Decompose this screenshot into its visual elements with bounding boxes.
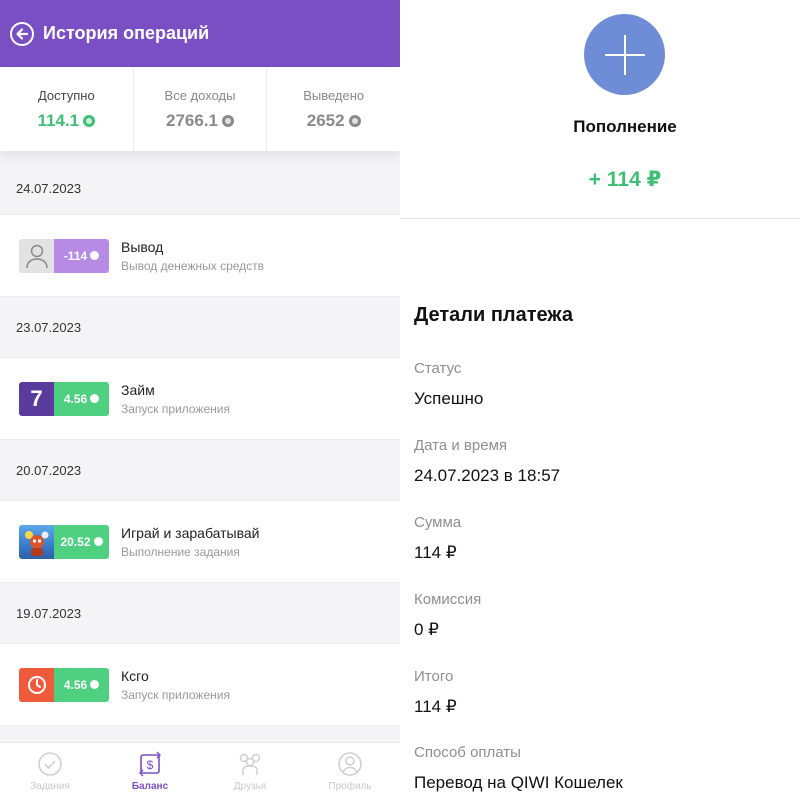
detail-datetime: Дата и время 24.07.2023 в 18:57	[414, 437, 560, 486]
coin-icon	[83, 114, 96, 127]
user-avatar-icon	[19, 238, 54, 273]
detail-label: Комиссия	[414, 591, 482, 608]
stat-label: Все доходы	[164, 87, 236, 103]
detail-value: Перевод на QIWI Кошелек	[414, 773, 623, 792]
stat-value: 114.1	[37, 110, 80, 130]
tab-label: Задания	[30, 781, 70, 792]
date-header: 24.07.2023	[16, 181, 82, 196]
operation-title: Играй и зарабатывай	[121, 524, 260, 541]
plus-icon	[584, 14, 665, 95]
operation-title: Ксго	[121, 667, 149, 684]
details-heading: Детали платежа	[414, 304, 573, 326]
amount-badge: -114	[54, 238, 109, 273]
stat-total-income: Все доходы 2766.1	[134, 67, 268, 151]
tab-tasks[interactable]: Задания	[0, 743, 100, 800]
stat-value: 2766.1	[166, 110, 218, 130]
stat-available: Доступно 114.1	[0, 67, 134, 151]
operation-title: Вывод	[121, 238, 164, 255]
tab-friends[interactable]: Друзья	[200, 743, 300, 800]
stat-label: Доступно	[37, 87, 95, 103]
balance-icon: $	[139, 751, 161, 777]
balance-stats: Доступно 114.1 Все доходы 2766.1 Выведен…	[0, 67, 400, 151]
tab-profile[interactable]: Профиль	[300, 743, 400, 800]
operation-amount: -114	[63, 248, 88, 263]
amount-badge: 4.56	[54, 667, 109, 702]
coin-icon	[90, 680, 100, 689]
check-icon	[38, 752, 62, 776]
operation-row[interactable]: 4.56 Ксго Запуск приложения	[0, 643, 400, 726]
csgo-app-icon	[19, 667, 54, 702]
detail-label: Дата и время	[414, 437, 508, 454]
detail-label: Статус	[414, 360, 462, 377]
operation-row[interactable]: 20.52 Играй и зарабатывай Выполнение зад…	[0, 500, 400, 583]
date-header: 19.07.2023	[16, 605, 82, 621]
detail-value: 0 ₽	[414, 620, 439, 639]
date-header: 20.07.2023	[16, 462, 82, 478]
operation-row[interactable]: 7 4.56 Займ Запуск приложения	[0, 357, 400, 440]
coin-icon	[90, 394, 100, 403]
friends-icon	[239, 753, 261, 775]
detail-label: Итого	[414, 668, 454, 685]
game-character-icon	[19, 524, 54, 559]
operation-title: Займ	[121, 381, 155, 398]
operation-amount: 4.56	[63, 677, 88, 692]
detail-payment-method: Способ оплаты Перевод на QIWI Кошелек	[414, 744, 623, 793]
date-header: 23.07.2023	[16, 319, 82, 335]
detail-sum: Сумма 114 ₽	[414, 514, 461, 563]
detail-total: Итого 114 ₽	[414, 668, 457, 717]
detail-value: 24.07.2023 в 18:57	[414, 466, 561, 485]
bottom-tab-bar: Задания $ Баланс Друзья Профиль	[0, 742, 400, 800]
detail-value: 114 ₽	[414, 543, 457, 562]
operation-row[interactable]: -114 Вывод Вывод денежных средств	[0, 214, 400, 297]
page-title: История операций	[43, 23, 210, 43]
operation-subtitle: Вывод денежных средств	[121, 258, 265, 273]
operation-subtitle: Запуск приложения	[121, 401, 230, 416]
coin-icon	[222, 114, 234, 127]
detail-label: Способ оплаты	[414, 744, 521, 761]
coin-icon	[90, 251, 100, 260]
profile-icon	[338, 752, 362, 776]
detail-status: Статус Успешно	[414, 360, 483, 409]
app-seven-icon: 7	[19, 381, 54, 416]
operation-amount: 20.52	[60, 534, 91, 549]
tab-label: Профиль	[328, 781, 372, 792]
tab-label: Баланс	[131, 781, 169, 792]
operation-subtitle: Выполнение задания	[121, 544, 240, 559]
tab-balance[interactable]: $ Баланс	[100, 743, 200, 800]
payment-details-screen: Пополнение + 114 ₽ Детали платежа Статус…	[400, 0, 800, 800]
header-bar: История операций	[0, 0, 400, 67]
operation-amount: 4.56	[63, 391, 88, 406]
transaction-amount: + 114 ₽	[588, 168, 662, 191]
detail-value: Успешно	[414, 389, 484, 408]
operation-subtitle: Запуск приложения	[121, 687, 230, 702]
detail-value: 114 ₽	[414, 697, 457, 716]
history-screen: История операций Доступно 114.1 Все дохо…	[0, 0, 400, 800]
coin-icon	[93, 537, 103, 546]
coin-icon	[348, 114, 361, 127]
back-arrow-icon[interactable]	[10, 21, 34, 46]
stat-value: 2652	[306, 110, 345, 130]
amount-badge: 20.52	[54, 524, 109, 559]
transaction-type: Пополнение	[573, 117, 677, 136]
divider	[400, 218, 800, 219]
detail-label: Сумма	[414, 514, 462, 531]
amount-badge: 4.56	[54, 381, 109, 416]
detail-commission: Комиссия 0 ₽	[414, 591, 481, 640]
stat-label: Выведено	[303, 87, 365, 103]
tab-label: Друзья	[233, 781, 267, 792]
stat-withdrawn: Выведено 2652	[267, 67, 400, 151]
svg-text:$: $	[147, 758, 154, 772]
